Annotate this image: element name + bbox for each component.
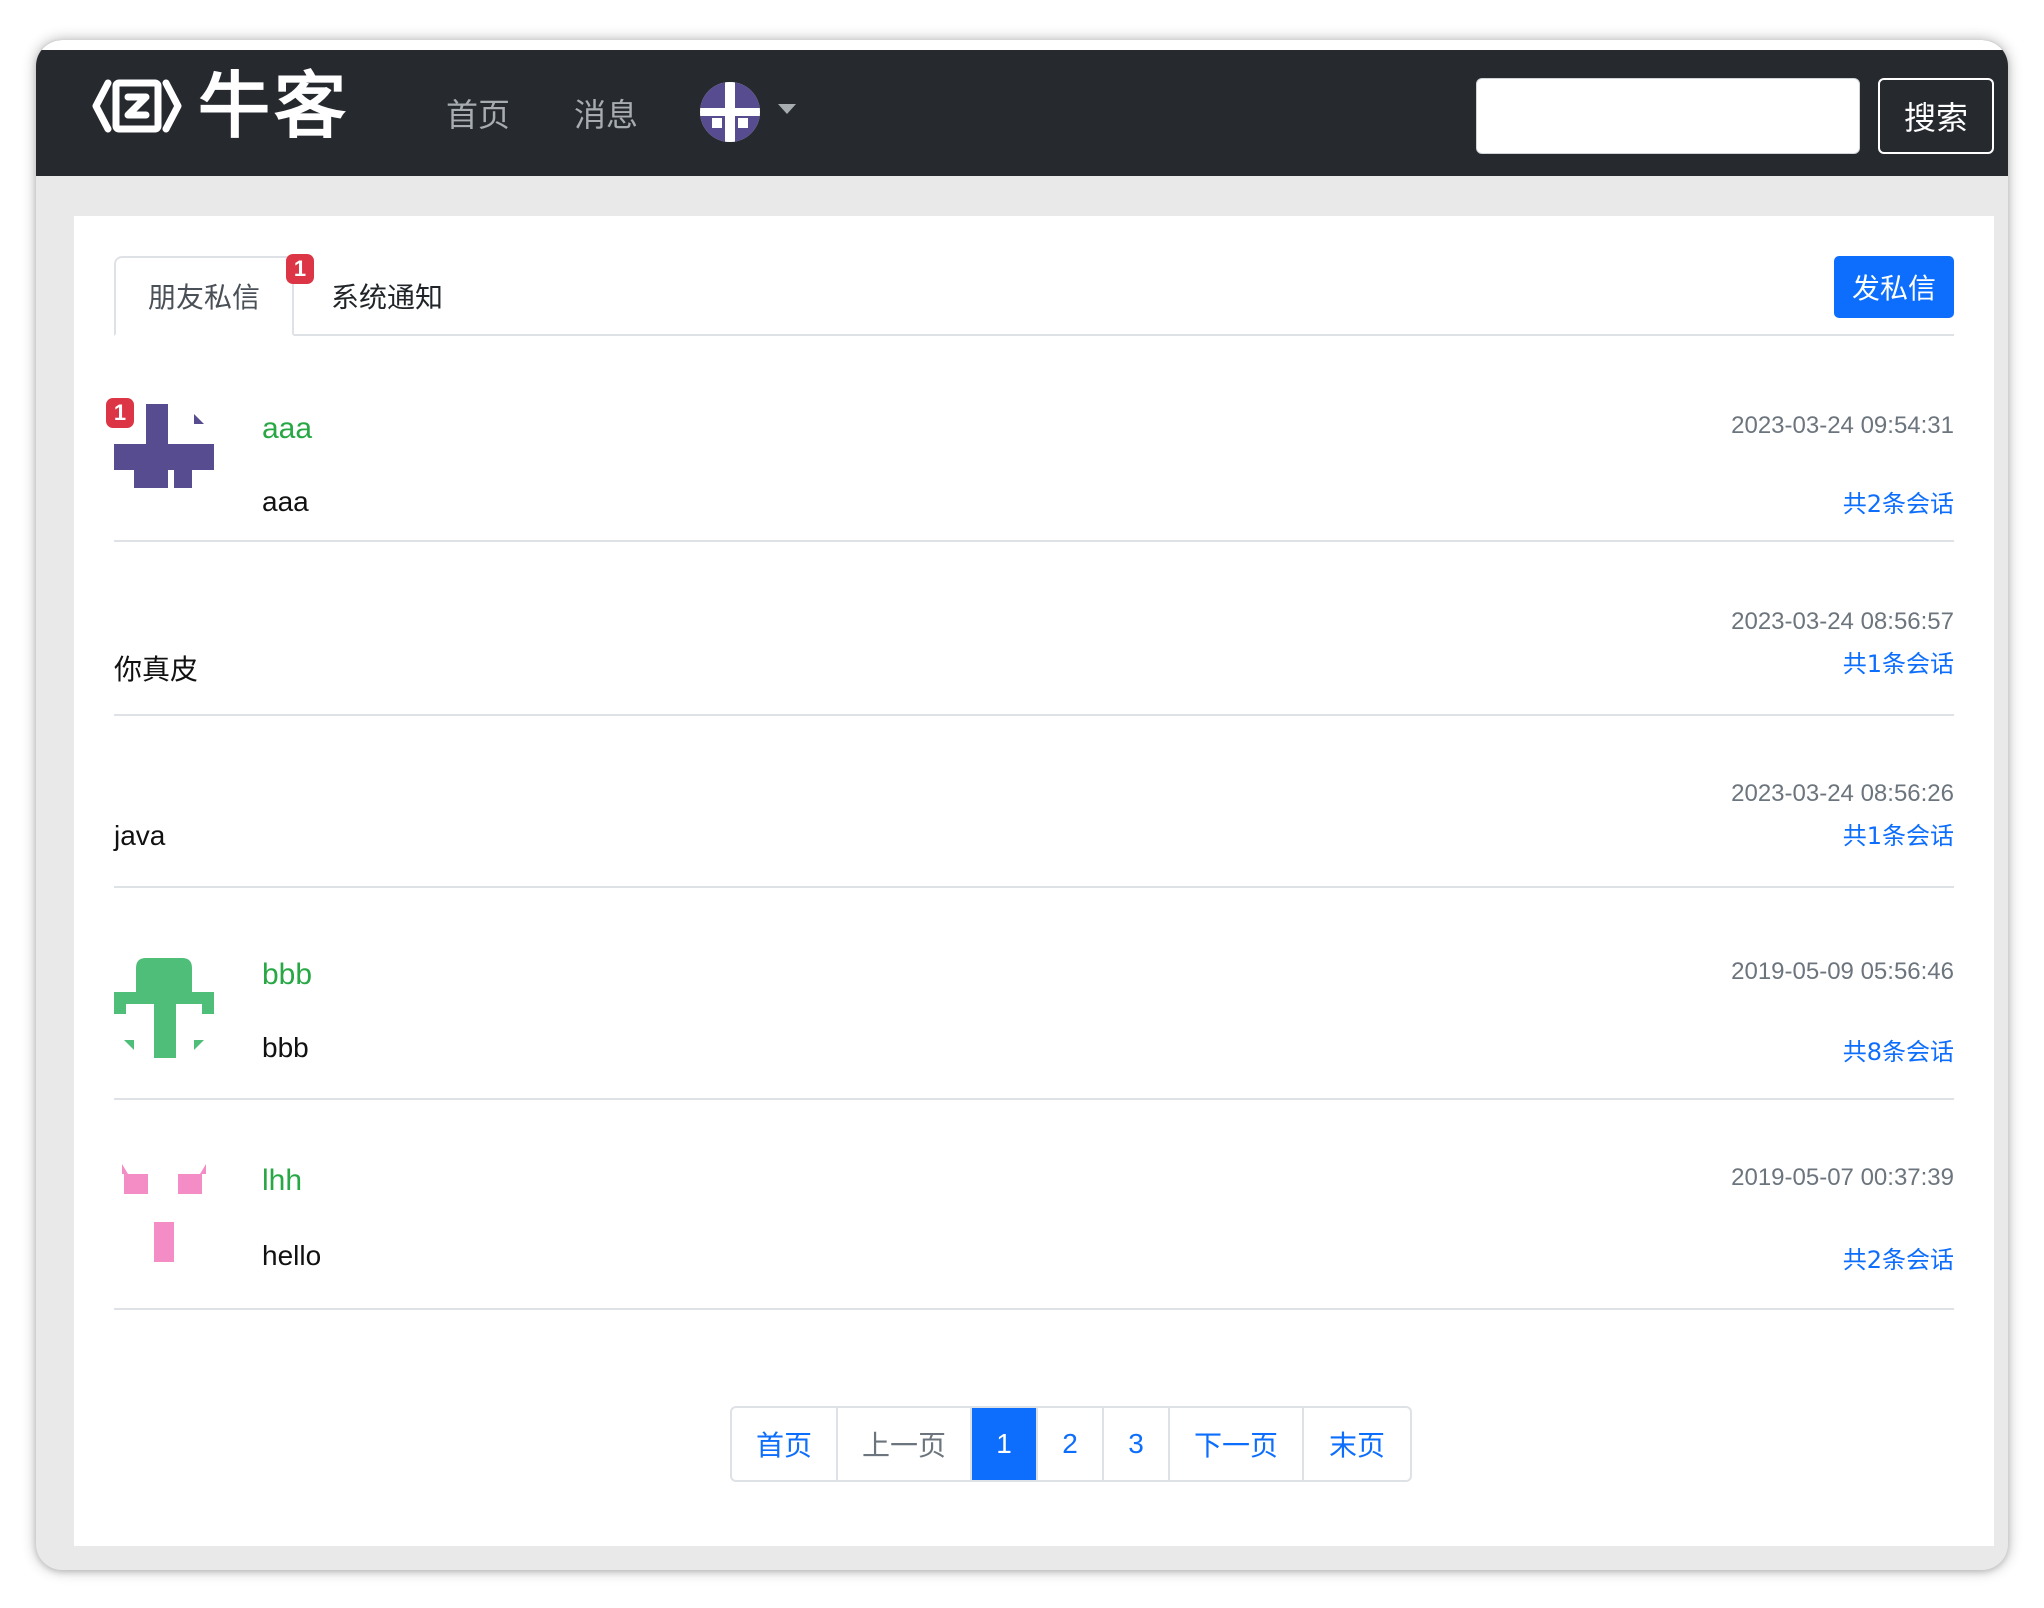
conversation-item[interactable]: 你真皮 2023-03-24 08:56:57 共1条会话 xyxy=(114,542,1954,716)
conversation-count-link[interactable]: 共1条会话 xyxy=(1843,816,1954,851)
page-2[interactable]: 2 xyxy=(1038,1408,1104,1480)
avatar-icon[interactable] xyxy=(114,958,214,1058)
conversation-count-link[interactable]: 共2条会话 xyxy=(1843,1240,1954,1275)
logo-text: 牛客 xyxy=(198,64,351,148)
conversation-username[interactable]: aaa xyxy=(262,412,312,446)
conversation-count-link[interactable]: 共8条会话 xyxy=(1843,1032,1954,1067)
conversation-item[interactable]: lhh hello 2019-05-07 00:37:39 共2条会话 xyxy=(114,1100,1954,1310)
conversation-time: 2023-03-24 08:56:26 xyxy=(1731,780,1954,807)
page-prev[interactable]: 上一页 xyxy=(838,1408,972,1480)
conversation-item[interactable]: java 2023-03-24 08:56:26 共1条会话 xyxy=(114,716,1954,888)
user-avatar[interactable] xyxy=(700,82,760,142)
avatar-icon xyxy=(700,82,760,142)
pagination: 首页 上一页 1 2 3 下一页 末页 xyxy=(730,1406,1412,1482)
tab-friend-messages[interactable]: 朋友私信 xyxy=(114,256,294,336)
conversation-preview: 你真皮 xyxy=(114,654,199,685)
conversation-item[interactable]: bbb bbb 2019-05-09 05:56:46 共8条会话 xyxy=(114,888,1954,1100)
page-next[interactable]: 下一页 xyxy=(1170,1408,1304,1480)
conversation-count-link[interactable]: 共1条会话 xyxy=(1843,644,1954,679)
logo[interactable]: 牛客 xyxy=(92,70,350,142)
search-button[interactable]: 搜索 xyxy=(1878,78,1994,154)
tab-system-notices-label: 系统通知 xyxy=(330,281,443,314)
page-3[interactable]: 3 xyxy=(1104,1408,1170,1480)
conversation-username[interactable]: lhh xyxy=(262,1164,302,1198)
conversation-preview: hello xyxy=(262,1240,322,1271)
page-first[interactable]: 首页 xyxy=(732,1408,838,1480)
conversation-time: 2023-03-24 08:56:57 xyxy=(1731,608,1954,635)
conversation-time: 2019-05-07 00:37:39 xyxy=(1731,1164,1954,1191)
tab-friend-messages-label: 朋友私信 xyxy=(147,281,260,314)
conversation-count-link[interactable]: 共2条会话 xyxy=(1843,484,1954,519)
tab-system-notices[interactable]: 系统通知 xyxy=(296,256,478,336)
user-menu-caret-icon[interactable] xyxy=(778,104,796,114)
search-input[interactable] xyxy=(1476,78,1860,154)
conversation-item[interactable]: 1 aaa aaa 2023-03-24 09:54:31 共2条会话 xyxy=(106,356,1954,542)
messages-panel: 朋友私信 1 系统通知 发私信 1 aaa aaa 2023-03-24 09:… xyxy=(74,216,1994,1546)
page-last[interactable]: 末页 xyxy=(1304,1408,1410,1480)
conversation-preview: java xyxy=(114,820,166,851)
logo-icon xyxy=(92,79,182,133)
send-message-button[interactable]: 发私信 xyxy=(1834,256,1954,318)
nav-home-link[interactable]: 首页 xyxy=(446,90,510,136)
browser-window: 牛客 首页 消息 搜索 朋友私信 1 系统通知 发私信 1 aaa aaa 20… xyxy=(36,40,2008,1570)
tab-unread-badge: 1 xyxy=(286,254,314,284)
conversation-username[interactable]: bbb xyxy=(262,958,312,992)
avatar-icon[interactable] xyxy=(114,1164,214,1264)
nav-messages-link[interactable]: 消息 xyxy=(574,90,638,136)
conversation-time: 2019-05-09 05:56:46 xyxy=(1731,958,1954,985)
unread-badge: 1 xyxy=(106,398,134,428)
conversation-time: 2023-03-24 09:54:31 xyxy=(1731,412,1954,439)
navbar: 牛客 首页 消息 搜索 xyxy=(36,40,2008,176)
conversation-preview: bbb xyxy=(262,1032,309,1063)
page-1[interactable]: 1 xyxy=(972,1408,1038,1480)
conversation-preview: aaa xyxy=(262,486,309,517)
